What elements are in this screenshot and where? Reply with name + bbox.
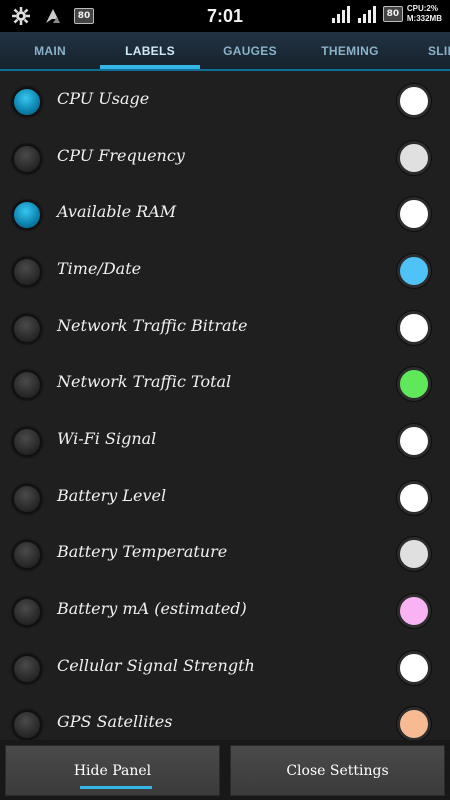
hide-panel-button[interactable]: Hide Panel — [5, 745, 220, 796]
status-badge: 80 — [382, 6, 403, 22]
item-label: Cellular Signal Strength — [57, 656, 255, 675]
toggle-led[interactable] — [12, 144, 42, 174]
color-swatch[interactable] — [397, 141, 431, 175]
close-settings-button[interactable]: Close Settings — [230, 745, 445, 796]
tab-sliders[interactable]: SLID — [400, 32, 450, 69]
tab-theming[interactable]: THEMING — [300, 32, 400, 69]
toggle-led[interactable] — [12, 314, 42, 344]
item-label: Available RAM — [57, 202, 177, 221]
color-swatch[interactable] — [397, 424, 431, 458]
color-swatch[interactable] — [397, 594, 431, 628]
color-swatch[interactable] — [397, 84, 431, 118]
item-label: GPS Satellites — [57, 712, 173, 731]
toggle-led[interactable] — [12, 200, 42, 230]
color-swatch[interactable] — [397, 707, 431, 740]
toggle-led[interactable] — [12, 87, 42, 117]
mem-readout: M:332MB — [406, 14, 442, 23]
cpu-mem-readout: CPU:2% M:332MB — [407, 4, 442, 24]
tab-labels[interactable]: LABELS — [100, 32, 200, 69]
active-tab-indicator — [100, 65, 200, 69]
list-item: GPS Satellites — [0, 696, 450, 740]
signal-icon — [357, 6, 376, 23]
color-swatch[interactable] — [397, 367, 431, 401]
list-item: Battery Temperature — [0, 526, 450, 582]
button-focus-indicator — [80, 786, 152, 789]
toggle-led[interactable] — [12, 710, 42, 740]
color-swatch[interactable] — [397, 254, 431, 288]
tab-bar: MAIN LABELS GAUGES THEMING SLID — [0, 32, 450, 71]
list-item: Battery mA (estimated) — [0, 583, 450, 639]
item-label: Battery Temperature — [57, 542, 228, 561]
item-label: Time/Date — [57, 259, 142, 278]
list-item: Network Traffic Total — [0, 356, 450, 412]
status-bar-right: 80 CPU:2% M:332MB — [331, 4, 442, 24]
color-swatch[interactable] — [397, 481, 431, 515]
color-swatch[interactable] — [397, 197, 431, 231]
cpu-readout: CPU:2% — [406, 4, 438, 13]
tab-gauges[interactable]: GAUGES — [200, 32, 300, 69]
item-label: Network Traffic Total — [57, 372, 232, 391]
tab-main[interactable]: MAIN — [0, 32, 100, 69]
tab-label: THEMING — [321, 43, 379, 58]
toggle-led[interactable] — [12, 540, 42, 570]
toggle-led[interactable] — [12, 257, 42, 287]
item-label: CPU Usage — [57, 89, 150, 108]
tab-label: LABELS — [125, 43, 175, 58]
item-label: Battery mA (estimated) — [57, 599, 247, 618]
list-item: Wi-Fi Signal — [0, 413, 450, 469]
list-item: CPU Frequency — [0, 130, 450, 186]
button-label: Close Settings — [286, 762, 389, 779]
list-item: Battery Level — [0, 470, 450, 526]
toggle-led[interactable] — [12, 427, 42, 457]
toggle-led[interactable] — [12, 484, 42, 514]
toggle-led[interactable] — [12, 597, 42, 627]
item-label: Battery Level — [57, 486, 167, 505]
button-label: Hide Panel — [73, 762, 152, 779]
list-item: Cellular Signal Strength — [0, 640, 450, 696]
list-item: Available RAM — [0, 186, 450, 242]
tab-label: MAIN — [34, 43, 66, 58]
toggle-led[interactable] — [12, 370, 42, 400]
signal-icon — [331, 6, 350, 23]
color-swatch[interactable] — [397, 651, 431, 685]
list-item: CPU Usage — [0, 73, 450, 129]
list-item: Time/Date — [0, 243, 450, 299]
color-swatch[interactable] — [397, 311, 431, 345]
item-label: Wi-Fi Signal — [57, 429, 157, 448]
toggle-led[interactable] — [12, 654, 42, 684]
labels-list: CPU Usage CPU Frequency Available RAM Ti… — [0, 73, 450, 740]
tab-label: SLID — [428, 43, 450, 58]
bottom-bar: Hide Panel Close Settings — [0, 740, 450, 800]
item-label: CPU Frequency — [57, 146, 185, 165]
list-item: Network Traffic Bitrate — [0, 300, 450, 356]
tab-label: GAUGES — [223, 43, 277, 58]
status-bar: 80 7:01 80 CPU:2% M:332MB — [0, 0, 450, 32]
color-swatch[interactable] — [397, 537, 431, 571]
item-label: Network Traffic Bitrate — [57, 316, 248, 335]
